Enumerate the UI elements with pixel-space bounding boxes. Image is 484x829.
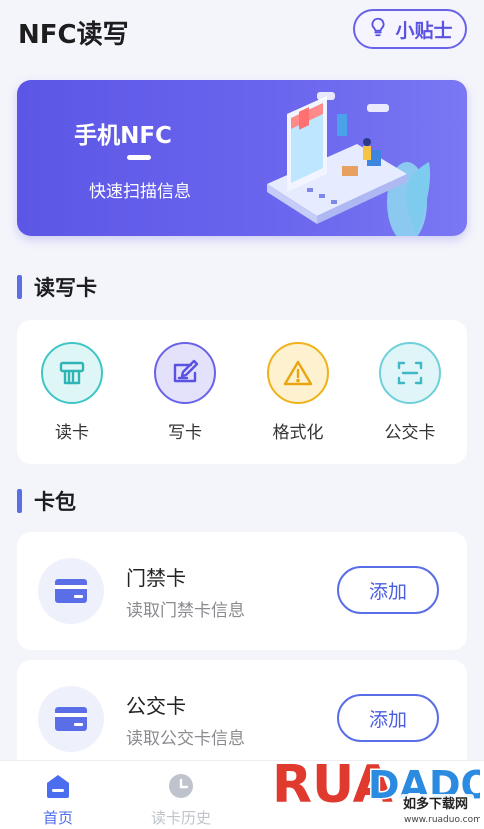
phone-shopping-illustration-icon [267,92,431,236]
transit-card-icon-wrap [38,686,104,752]
add-access-card-button[interactable]: 添加 [337,566,439,614]
banner-title: 手机NFC [74,123,172,149]
banner-divider [127,155,151,160]
add-transit-card-button[interactable]: 添加 [337,694,439,742]
nav-home-label: 首页 [42,809,73,827]
clock-icon [169,774,193,798]
wallet-section-header: 卡包 [17,486,76,516]
card-name: 公交卡 [126,694,186,718]
credit-card-icon [55,707,87,731]
transit-card-button[interactable]: 公交卡 [365,342,455,443]
write-card-button[interactable]: 写卡 [140,342,230,443]
tools-card: 读卡 写卡 格式化 公交卡 [17,320,467,464]
nav-history-label: 读卡历史 [150,809,211,827]
ruaduo-watermark-logo: RUA DADO 如多下载网 www.ruaduo.com [271,754,481,826]
transit-icon-circle [379,342,441,404]
format-icon-circle [267,342,329,404]
pencil-card-icon [173,359,199,383]
watermark-url: www.ruaduo.com [404,815,480,825]
home-icon [47,775,69,798]
section-accent-bar [17,275,22,299]
transit-card-label: 公交卡 [384,423,436,443]
section-accent-bar [17,489,22,513]
banner-subtitle: 快速扫描信息 [89,182,191,202]
card-description: 读取公交卡信息 [126,729,245,749]
format-label: 格式化 [272,423,324,443]
page-title: NFC读写 [18,20,129,50]
read-write-section-title: 读写卡 [34,276,97,300]
card-description: 读取门禁卡信息 [126,601,245,621]
nav-home[interactable]: 首页 [16,771,100,828]
card-name: 门禁卡 [126,566,186,590]
read-card-label: 读卡 [55,423,89,443]
read-card-button[interactable]: 读卡 [27,342,117,443]
access-card-icon-wrap [38,558,104,624]
read-card-icon-circle [41,342,103,404]
write-card-icon-circle [154,342,216,404]
warning-icon [283,360,313,386]
format-card-button[interactable]: 格式化 [253,342,343,443]
tips-label: 小贴士 [395,19,453,42]
tips-button[interactable]: 小贴士 [353,9,467,49]
read-write-section-header: 读写卡 [17,272,97,302]
watermark-text: 如多下载网 [403,796,468,812]
nav-history[interactable]: 读卡历史 [139,771,223,828]
credit-card-icon [55,579,87,603]
app-header: NFC读写 小贴士 [0,0,484,64]
wallet-section-title: 卡包 [34,490,76,514]
access-card-item: 门禁卡 读取门禁卡信息 添加 [17,532,467,650]
lightbulb-icon [367,16,389,43]
card-reader-icon [59,361,85,385]
scan-icon [397,361,423,385]
promo-banner[interactable]: 手机NFC 快速扫描信息 [17,80,467,236]
write-card-label: 写卡 [168,423,202,443]
